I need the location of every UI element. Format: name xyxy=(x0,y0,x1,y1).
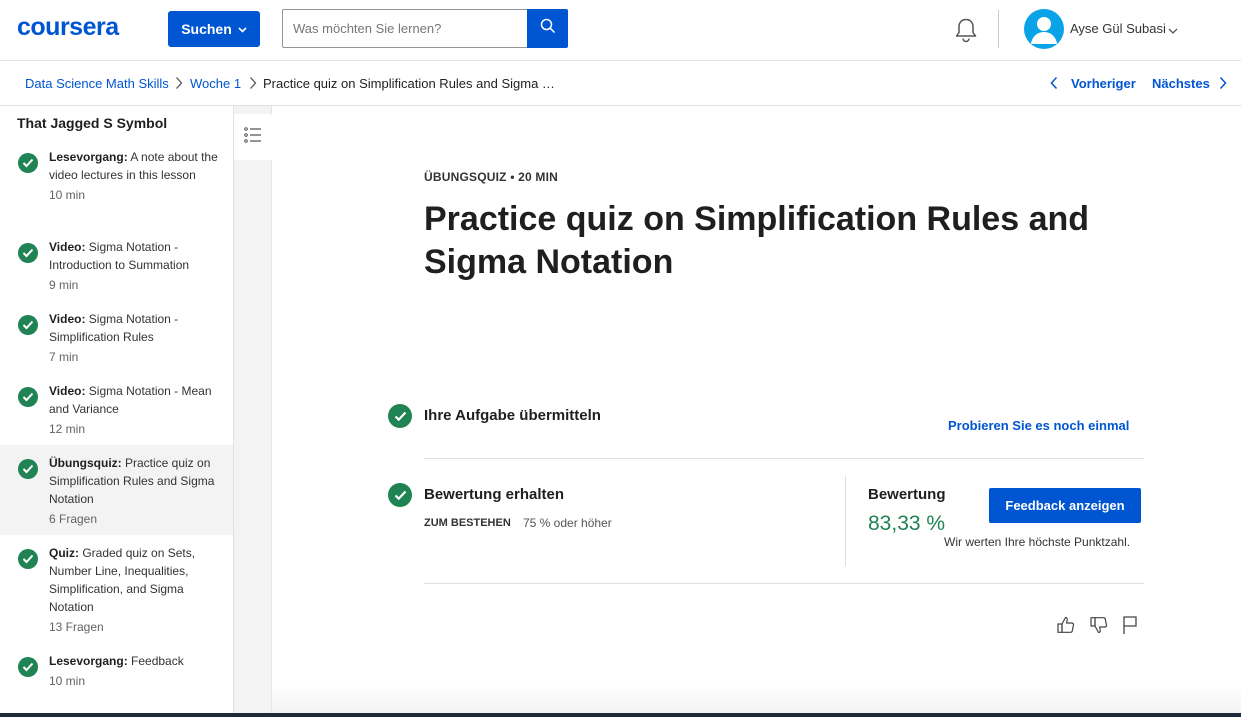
chevron-right-icon[interactable] xyxy=(1219,76,1229,90)
sidebar-item[interactable]: Video: Sigma Notation - Mean and Varianc… xyxy=(0,382,233,438)
previous-button[interactable]: Vorheriger xyxy=(1071,76,1136,91)
explore-button-label: Suchen xyxy=(181,21,232,37)
coursera-logo[interactable]: coursera xyxy=(17,13,119,42)
breadcrumb-course[interactable]: Data Science Math Skills xyxy=(25,76,169,91)
item-meta: 12 min xyxy=(49,422,86,436)
view-feedback-button[interactable]: Feedback anzeigen xyxy=(989,488,1141,523)
top-header: coursera Suchen Ayse Gül Subasi xyxy=(0,0,1241,61)
item-meta: 10 min xyxy=(49,674,86,688)
item-kind: Übungsquiz: xyxy=(49,456,122,470)
grade-note: Wir werten Ihre höchste Punktzahl. xyxy=(944,535,1131,549)
chevron-right-icon xyxy=(175,76,185,90)
check-circle-icon xyxy=(388,404,412,428)
item-kind: Video: xyxy=(49,240,86,254)
bottom-bar xyxy=(0,713,1241,717)
thumbs-up-icon[interactable] xyxy=(1055,614,1077,636)
check-circle-icon xyxy=(18,657,38,677)
chevron-down-icon xyxy=(238,25,247,36)
user-name[interactable]: Ayse Gül Subasi xyxy=(1070,21,1166,36)
header-divider xyxy=(998,10,999,48)
item-kind: Lesevorgang: xyxy=(49,150,128,164)
check-circle-icon xyxy=(18,387,38,407)
item-meta: 13 Fragen xyxy=(49,620,104,634)
grade-step-label: Bewertung erhalten xyxy=(424,486,565,503)
item-meta: 6 Fragen xyxy=(49,512,98,526)
pass-requirement-value: 75 % oder höher xyxy=(523,516,612,530)
check-circle-icon xyxy=(18,459,38,479)
item-meta: 10 min xyxy=(49,188,86,202)
item-kind: Video: xyxy=(49,312,86,326)
grade-value: 83,33 % xyxy=(868,512,946,535)
divider xyxy=(845,476,846,566)
sidebar-item[interactable]: Lesevorgang: Feedback 10 min xyxy=(0,652,233,692)
item-meta: 7 min xyxy=(49,350,79,364)
toc-rail xyxy=(234,106,272,717)
search-input[interactable] xyxy=(293,21,518,36)
next-button[interactable]: Nächstes xyxy=(1152,76,1210,91)
retry-link[interactable]: Probieren Sie es noch einmal xyxy=(948,418,1129,433)
flag-icon[interactable] xyxy=(1119,614,1141,636)
sidebar-title: That Jagged S Symbol xyxy=(17,115,168,131)
list-icon xyxy=(244,126,262,148)
avatar[interactable] xyxy=(1024,9,1064,49)
breadcrumb-current: Practice quiz on Simplification Rules an… xyxy=(263,76,555,91)
chevron-down-icon[interactable] xyxy=(1168,22,1178,40)
check-circle-icon xyxy=(388,483,412,507)
item-text: Feedback xyxy=(127,654,184,668)
sidebar-item[interactable]: Quiz: Graded quiz on Sets, Number Line, … xyxy=(0,544,233,634)
item-meta: 9 min xyxy=(49,278,79,292)
chevron-left-icon[interactable] xyxy=(1050,76,1060,90)
toc-toggle-button[interactable] xyxy=(234,114,272,160)
sidebar: That Jagged S Symbol Lesevorgang: A note… xyxy=(0,106,234,717)
check-circle-icon xyxy=(18,153,38,173)
thumbs-down-icon[interactable] xyxy=(1088,614,1110,636)
item-kind: Quiz: xyxy=(49,546,79,560)
chevron-right-icon xyxy=(249,76,259,90)
check-circle-icon xyxy=(18,549,38,569)
sidebar-item[interactable]: Lesevorgang: A note about the video lect… xyxy=(0,148,233,220)
search-icon xyxy=(540,18,556,39)
divider xyxy=(424,458,1144,459)
explore-button[interactable]: Suchen xyxy=(168,11,260,47)
check-circle-icon xyxy=(18,315,38,335)
breadcrumb: Data Science Math Skills Woche 1 Practic… xyxy=(0,61,1241,106)
bell-icon[interactable] xyxy=(953,16,979,44)
item-type-label: ÜBUNGSQUIZ • 20 MIN xyxy=(424,170,559,184)
search-button[interactable] xyxy=(527,9,568,48)
sidebar-item[interactable]: Video: Sigma Notation - Simplification R… xyxy=(0,310,233,366)
breadcrumb-week[interactable]: Woche 1 xyxy=(190,76,241,91)
search-field[interactable] xyxy=(282,9,528,48)
pass-requirement-label: ZUM BESTEHEN xyxy=(424,517,511,529)
check-circle-icon xyxy=(18,243,38,263)
sidebar-item[interactable]: Video: Sigma Notation - Introduction to … xyxy=(0,238,233,294)
item-kind: Lesevorgang: xyxy=(49,654,128,668)
item-kind: Video: xyxy=(49,384,86,398)
submit-step-label: Ihre Aufgabe übermitteln xyxy=(424,407,601,424)
sidebar-item-active[interactable]: Übungsquiz: Practice quiz on Simplificat… xyxy=(0,445,233,535)
page-title: Practice quiz on Simplification Rules an… xyxy=(424,200,1090,281)
divider xyxy=(424,583,1144,584)
grade-label: Bewertung xyxy=(868,486,946,503)
